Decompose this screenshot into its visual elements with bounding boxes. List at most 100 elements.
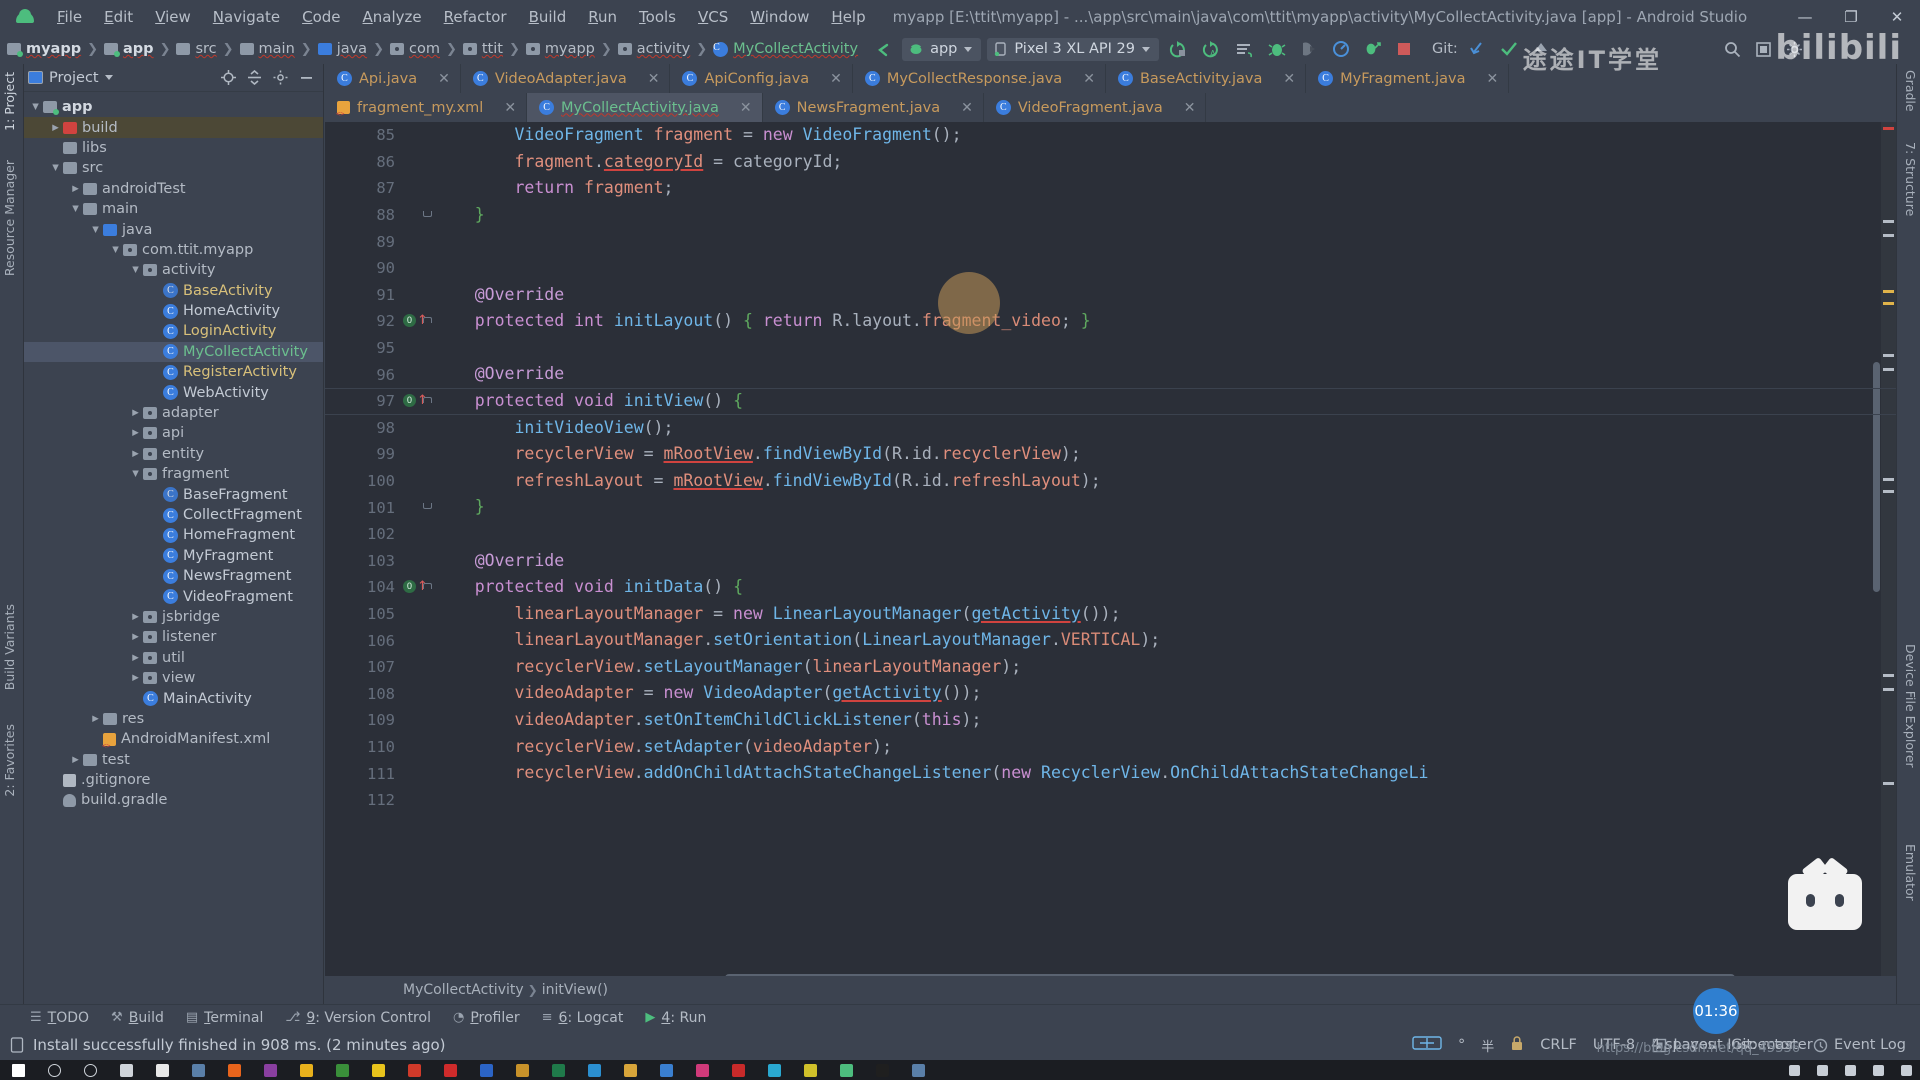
warning-marker[interactable]: [1883, 674, 1894, 677]
warning-marker[interactable]: [1883, 302, 1894, 305]
taskbar-chrome-icon[interactable]: [792, 1060, 828, 1080]
code-line[interactable]: linearLayoutManager.setOrientation(Linea…: [435, 627, 1896, 654]
stripe-item-build-variants[interactable]: Build Variants: [2, 604, 17, 690]
hide-panel-icon[interactable]: [297, 69, 315, 87]
chevron-down-icon[interactable]: ▼: [128, 469, 143, 479]
line-number[interactable]: 91: [325, 282, 403, 309]
commit-icon[interactable]: [1496, 38, 1522, 60]
tree-node-listener[interactable]: ▶ listener: [24, 627, 323, 647]
tree-node-loginactivity[interactable]: C LoginActivity: [24, 321, 323, 341]
tree-node-homefragment[interactable]: C HomeFragment: [24, 525, 323, 545]
line-number[interactable]: 96: [325, 361, 403, 388]
tree-node-androidtest[interactable]: ▶ androidTest: [24, 179, 323, 199]
ime-half-full-icon[interactable]: °: [1458, 1037, 1465, 1053]
search-everywhere-icon[interactable]: [1720, 38, 1745, 60]
tree-node-util[interactable]: ▶ util: [24, 648, 323, 668]
editor-tab-api-java[interactable]: C Api.java ✕: [325, 64, 461, 93]
code-line[interactable]: videoAdapter = new VideoAdapter(getActiv…: [435, 680, 1896, 707]
close-icon[interactable]: ✕: [438, 71, 450, 87]
tree-node-test[interactable]: ▶ test: [24, 750, 323, 770]
code-line[interactable]: }: [435, 494, 1896, 521]
stripe-item-favorites[interactable]: 2: Favorites: [2, 724, 17, 797]
tree-node-build-gradle[interactable]: build.gradle: [24, 790, 323, 810]
tree-node-basefragment[interactable]: C BaseFragment: [24, 484, 323, 504]
close-icon[interactable]: ✕: [830, 71, 842, 87]
close-button[interactable]: ✕: [1874, 0, 1920, 34]
tree-node-mycollectactivity[interactable]: C MyCollectActivity: [24, 341, 323, 363]
run-with-coverage-icon[interactable]: A: [1198, 38, 1225, 60]
line-number[interactable]: 112: [325, 787, 403, 814]
line-number[interactable]: 100: [325, 468, 403, 495]
lock-icon[interactable]: [1510, 1035, 1524, 1055]
line-number[interactable]: 106: [325, 627, 403, 654]
bottom-tool-build[interactable]: ⚒ Build: [111, 1010, 164, 1026]
warning-marker[interactable]: [1883, 220, 1894, 223]
update-project-icon[interactable]: [1464, 38, 1490, 60]
tree-node-fragment[interactable]: ▼ fragment: [24, 464, 323, 484]
line-number[interactable]: 95: [325, 335, 403, 362]
line-ending-indicator[interactable]: CRLF: [1540, 1037, 1577, 1053]
tree-node-view[interactable]: ▶ view: [24, 668, 323, 688]
chevron-right-icon[interactable]: ▶: [88, 714, 103, 724]
close-icon[interactable]: ✕: [1486, 71, 1498, 87]
stripe-item-emulator[interactable]: Emulator: [1903, 844, 1918, 901]
line-number[interactable]: 88: [325, 202, 403, 229]
menu-item-help[interactable]: Help: [820, 4, 876, 30]
chevron-down-icon[interactable]: ▼: [48, 163, 63, 173]
breadcrumb-item-main[interactable]: main: [237, 39, 298, 59]
menu-item-analyze[interactable]: Analyze: [352, 4, 433, 30]
line-number[interactable]: 101: [325, 494, 403, 521]
code-line[interactable]: VideoFragment fragment = new VideoFragme…: [435, 122, 1896, 149]
code-line[interactable]: @Override: [435, 548, 1896, 575]
code-line[interactable]: linearLayoutManager = new LinearLayoutMa…: [435, 601, 1896, 628]
editor-breadcrumb-class[interactable]: MyCollectActivity: [403, 982, 524, 998]
code-line[interactable]: [435, 255, 1896, 282]
warning-marker[interactable]: [1883, 782, 1894, 785]
warning-marker[interactable]: [1883, 478, 1894, 481]
taskbar-excel-icon[interactable]: [540, 1060, 576, 1080]
warning-marker[interactable]: [1883, 490, 1894, 493]
line-number[interactable]: 98: [325, 415, 403, 442]
bottom-tool-terminal[interactable]: ▤ Terminal: [186, 1010, 263, 1026]
editor-tab-videofragment-java[interactable]: C VideoFragment.java ✕: [984, 93, 1207, 122]
line-number[interactable]: 105: [325, 601, 403, 628]
menu-item-code[interactable]: Code: [291, 4, 351, 30]
code-line[interactable]: protected int initLayout() { return R.la…: [435, 308, 1896, 335]
tree-node-main[interactable]: ▼ main: [24, 199, 323, 219]
breadcrumb-item-src[interactable]: src: [173, 39, 219, 59]
bottom-tool-9-version-control[interactable]: ⎇ 9: Version Control: [285, 1010, 431, 1026]
tree-node-newsfragment[interactable]: C NewsFragment: [24, 566, 323, 586]
line-number[interactable]: 90: [325, 255, 403, 282]
breadcrumb-item-app[interactable]: app: [101, 39, 157, 59]
attach-debugger-icon[interactable]: [1296, 38, 1322, 60]
code-content[interactable]: VideoFragment fragment = new VideoFragme…: [435, 122, 1896, 1004]
taskbar-browser-icon[interactable]: [504, 1060, 540, 1080]
line-number[interactable]: 85: [325, 122, 403, 149]
bottom-tool-todo[interactable]: ☰ TODO: [30, 1010, 89, 1026]
editor-tab-mycollectactivity-java[interactable]: C MyCollectActivity.java ✕: [527, 93, 763, 122]
tray-mouse-icon[interactable]: [1780, 1060, 1808, 1080]
chevron-right-icon[interactable]: ▶: [128, 673, 143, 683]
line-number[interactable]: 103: [325, 548, 403, 575]
taskbar-firefox-icon[interactable]: [216, 1060, 252, 1080]
tree-node-entity[interactable]: ▶ entity: [24, 444, 323, 464]
line-number[interactable]: 110: [325, 734, 403, 761]
menu-item-file[interactable]: File: [46, 4, 93, 30]
taskbar-video-icon[interactable]: [756, 1060, 792, 1080]
tree-node-com-ttit-myapp[interactable]: ▼ com.ttit.myapp: [24, 240, 323, 260]
ime-cn-icon[interactable]: 半: [1481, 1036, 1494, 1055]
editor-vertical-scrollbar[interactable]: [1872, 122, 1881, 1004]
tree-node-registeractivity[interactable]: C RegisterActivity: [24, 362, 323, 382]
breadcrumb-item-activity[interactable]: activity: [615, 39, 693, 59]
module-selector[interactable]: app: [902, 37, 982, 61]
menu-item-view[interactable]: View: [144, 4, 202, 30]
taskbar-task-view-icon[interactable]: [108, 1060, 144, 1080]
tray-ime-icon[interactable]: [1892, 1060, 1920, 1080]
tree-node-homeactivity[interactable]: C HomeActivity: [24, 301, 323, 321]
tree-node-activity[interactable]: ▼ activity: [24, 260, 323, 280]
close-icon[interactable]: ✕: [648, 71, 660, 87]
tray-volume-icon[interactable]: [1864, 1060, 1892, 1080]
profiler-icon[interactable]: [1328, 38, 1354, 60]
menu-item-tools[interactable]: Tools: [628, 4, 687, 30]
tree-node-baseactivity[interactable]: C BaseActivity: [24, 281, 323, 301]
